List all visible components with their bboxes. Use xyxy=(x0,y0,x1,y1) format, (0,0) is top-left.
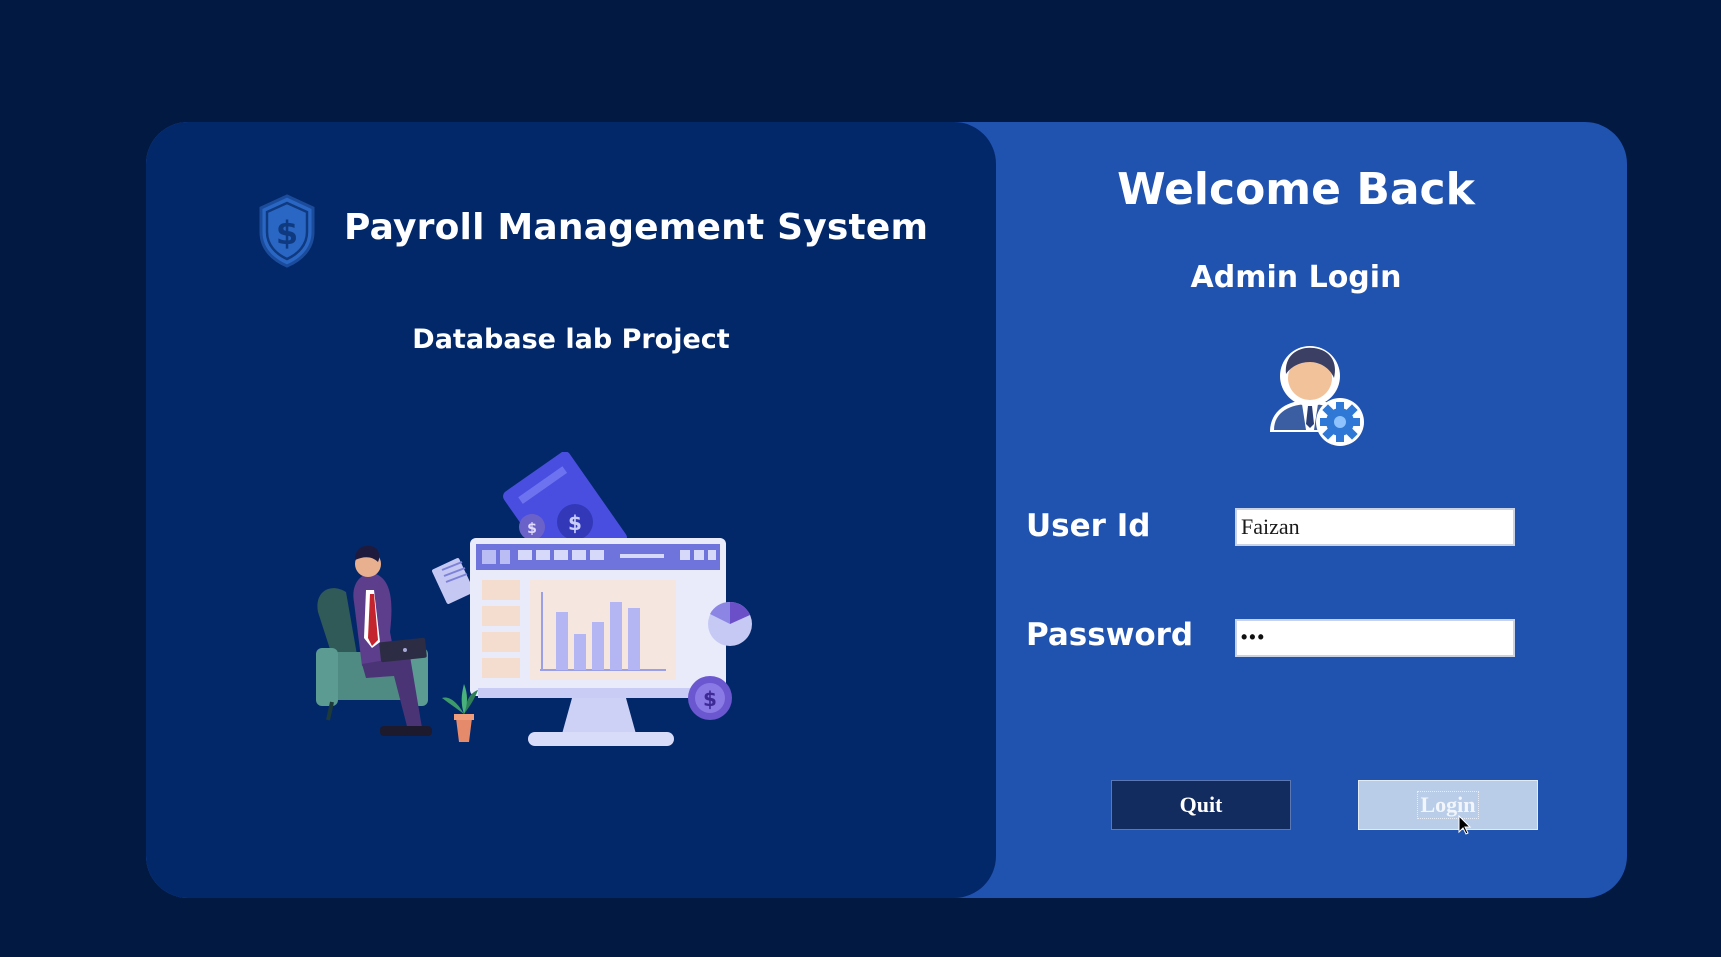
password-label: Password xyxy=(1026,617,1194,653)
welcome-heading: Welcome Back xyxy=(1117,164,1475,215)
dashboard-illustration: $ $ $ xyxy=(316,452,752,746)
user-id-label: User Id xyxy=(1026,508,1151,544)
shield-dollar-icon: $ xyxy=(259,194,315,268)
svg-text:$: $ xyxy=(568,511,582,535)
quit-button[interactable]: Quit xyxy=(1111,780,1291,830)
person-in-chair-graphic xyxy=(316,545,432,736)
svg-text:$: $ xyxy=(703,687,717,711)
app-title: Payroll Management System xyxy=(344,207,929,248)
svg-text:$: $ xyxy=(527,521,537,537)
coin-graphic: $ xyxy=(688,676,732,720)
mouse-cursor-icon xyxy=(1458,815,1472,835)
document-graphic xyxy=(432,558,474,604)
admin-user-gear-icon xyxy=(1270,346,1364,446)
login-button[interactable]: Login xyxy=(1358,780,1538,830)
svg-text:$: $ xyxy=(276,214,298,252)
app-subtitle: Database lab Project xyxy=(412,324,730,355)
pie-chart-graphic xyxy=(708,601,752,646)
user-id-input[interactable] xyxy=(1235,508,1515,546)
password-input[interactable] xyxy=(1235,619,1515,657)
admin-login-subheading: Admin Login xyxy=(1190,260,1402,295)
monitor-graphic xyxy=(470,538,726,746)
